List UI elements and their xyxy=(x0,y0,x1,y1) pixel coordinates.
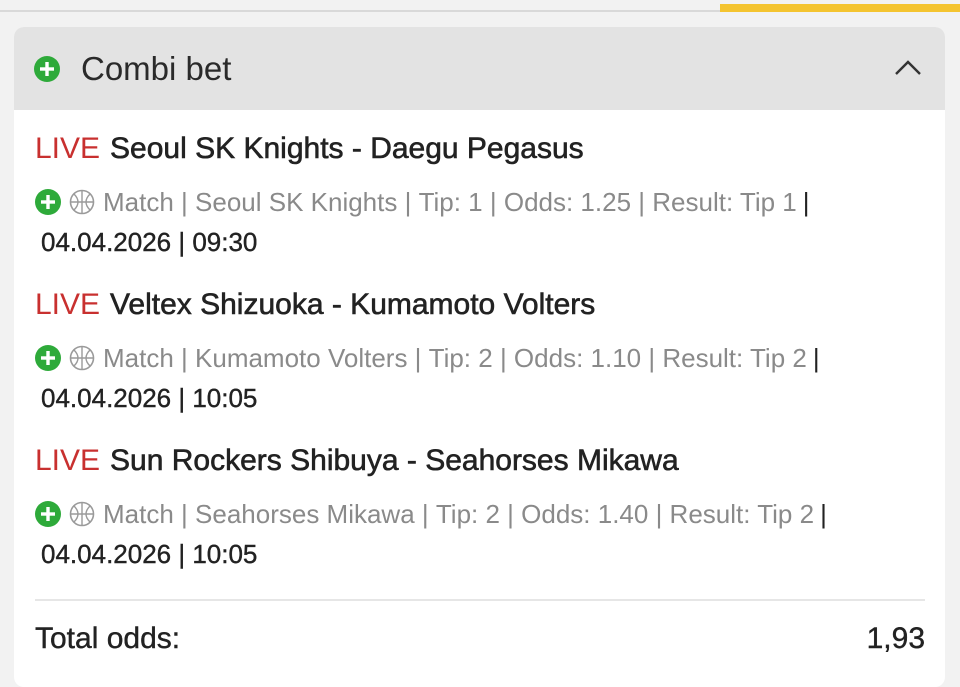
bet-detail: Match | Kumamoto Volters | Tip: 2 | Odds… xyxy=(35,338,935,378)
tip-label: Tip: 2 xyxy=(428,343,493,373)
match-name[interactable]: Sun Rockers Shibuya - Seahorses Mikawa xyxy=(110,444,679,478)
plus-circle-icon[interactable] xyxy=(35,189,61,215)
total-odds-value: 1,93 xyxy=(866,622,925,655)
total-divider xyxy=(35,599,925,601)
live-badge: LIVE xyxy=(35,288,101,321)
result-label: Result: Tip 2 xyxy=(662,343,807,373)
bet-detail: Match | Seahorses Mikawa | Tip: 2 | Odds… xyxy=(35,494,935,534)
selection-label: Kumamoto Volters xyxy=(195,343,408,373)
bet-date: 04.04.2026 | 09:30 xyxy=(41,227,258,257)
active-tab-indicator xyxy=(720,4,960,12)
chevron-up-icon[interactable] xyxy=(893,55,923,79)
match-name[interactable]: Seoul SK Knights - Daegu Pegasus xyxy=(110,132,584,166)
bet-title: LIVE Seoul SK Knights - Daegu Pegasus xyxy=(35,129,935,169)
bet-title: LIVE Veltex Shizuoka - Kumamoto Volters xyxy=(35,285,935,325)
basketball-icon xyxy=(69,345,95,371)
odds-label: Odds: 1.25 xyxy=(503,187,632,217)
live-badge: LIVE xyxy=(35,132,101,165)
tip-label: Tip: 2 xyxy=(435,499,500,529)
selection-label: Seoul SK Knights xyxy=(195,187,398,217)
bet-item: LIVE Veltex Shizuoka - Kumamoto Volters M… xyxy=(35,285,935,418)
bet-item: LIVE Seoul SK Knights - Daegu Pegasus Mat… xyxy=(35,129,935,262)
combi-bet-header[interactable]: Combi bet xyxy=(14,27,945,110)
plus-circle-icon[interactable] xyxy=(34,56,60,82)
basketball-icon xyxy=(69,501,95,527)
market-label: Match xyxy=(103,499,174,529)
result-label: Result: Tip 2 xyxy=(669,499,815,529)
bet-title: LIVE Sun Rockers Shibuya - Seahorses Mika… xyxy=(35,441,935,481)
plus-circle-icon[interactable] xyxy=(35,345,61,371)
bet-item: LIVE Sun Rockers Shibuya - Seahorses Mika… xyxy=(35,441,935,574)
basketball-icon xyxy=(69,189,95,215)
selection-label: Seahorses Mikawa xyxy=(195,499,415,529)
match-name[interactable]: Veltex Shizuoka - Kumamoto Volters xyxy=(110,288,596,322)
tip-label: Tip: 1 xyxy=(418,187,483,217)
odds-label: Odds: 1.40 xyxy=(521,499,649,529)
combi-bet-title: Combi bet xyxy=(81,50,232,87)
bet-date: 04.04.2026 | 10:05 xyxy=(41,383,258,413)
odds-label: Odds: 1.10 xyxy=(513,343,642,373)
market-label: Match xyxy=(103,187,174,217)
bet-detail: Match | Seoul SK Knights | Tip: 1 | Odds… xyxy=(35,182,935,222)
total-odds-label: Total odds: xyxy=(35,622,181,655)
live-badge: LIVE xyxy=(35,444,101,477)
combi-bet-card: Combi bet LIVE Seoul SK Knights - Daegu P… xyxy=(14,27,945,687)
market-label: Match xyxy=(103,343,174,373)
plus-circle-icon[interactable] xyxy=(35,501,61,527)
bet-date: 04.04.2026 | 10:05 xyxy=(41,539,258,569)
result-label: Result: Tip 1 xyxy=(652,187,797,217)
